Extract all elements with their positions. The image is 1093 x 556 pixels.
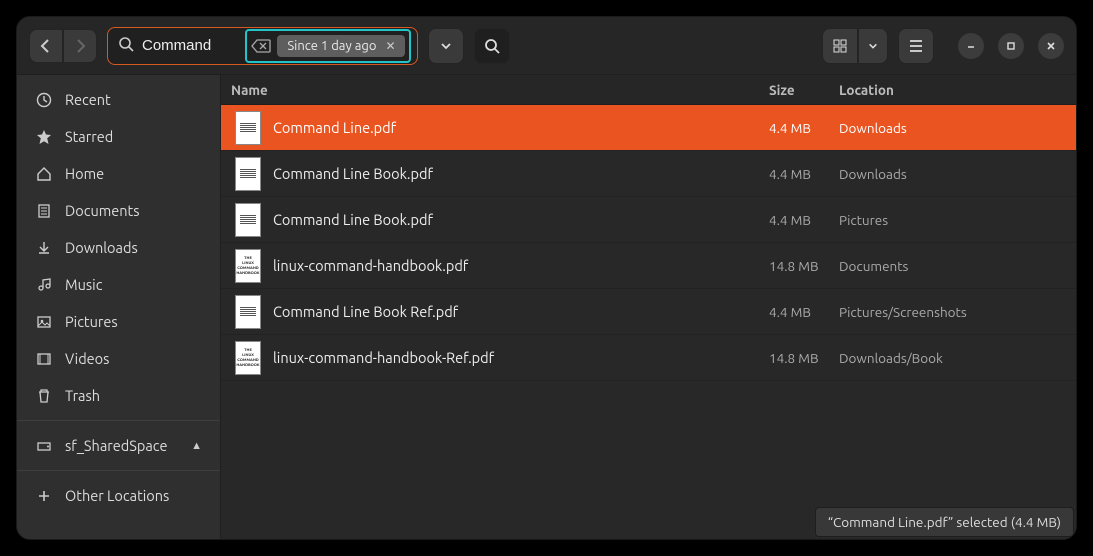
sidebar-item-mount[interactable]: sf_SharedSpace ▲ [17,427,220,464]
main-pane: Name Size Location Command Line.pdf 4.4 M… [221,75,1076,539]
window-controls [958,33,1064,59]
drive-icon [35,438,53,454]
trash-icon [35,388,53,404]
file-location: Downloads [839,120,1076,136]
sidebar-item-pictures[interactable]: Pictures [17,303,220,340]
sidebar-item-documents[interactable]: Documents [17,192,220,229]
file-row[interactable]: Command Line.pdf 4.4 MBDownloads [221,105,1076,151]
pdf-thumbnail-icon [235,157,261,191]
file-size: 4.4 MB [769,304,839,320]
hamburger-menu-button[interactable] [898,28,934,64]
maximize-button[interactable] [998,33,1024,59]
file-name: linux-command-handbook-Ref.pdf [273,349,494,366]
forward-button[interactable] [63,29,97,63]
filter-pill-date[interactable]: Since 1 day ago ✕ [277,35,404,57]
search-options-dropdown[interactable] [428,28,464,64]
sidebar-item-downloads[interactable]: Downloads [17,229,220,266]
file-name: Command Line Book.pdf [273,211,433,228]
sidebar-item-label: Music [65,276,102,293]
pdf-thumbnail-icon: THELINUXCOMMANDHANDBOOK [235,341,261,375]
star-icon [35,129,53,145]
clock-icon [35,92,53,108]
search-bar: Since 1 day ago ✕ [107,27,418,65]
documents-icon [35,203,53,219]
pdf-thumbnail-icon [235,295,261,329]
file-size: 14.8 MB [769,350,839,366]
file-manager-window: Since 1 day ago ✕ [16,16,1077,540]
search-toggle-button[interactable] [474,28,510,64]
body: Recent Starred Home Documents Downloads … [17,75,1076,539]
column-header-row: Name Size Location [221,75,1076,105]
filter-pill-close-icon[interactable]: ✕ [383,38,399,54]
search-input[interactable] [142,37,237,54]
pdf-thumbnail-icon [235,203,261,237]
sidebar-item-label: Pictures [65,313,118,330]
sidebar-item-label: Home [65,165,104,182]
file-size: 4.4 MB [769,212,839,228]
back-button[interactable] [29,29,63,63]
sidebar: Recent Starred Home Documents Downloads … [17,75,221,539]
sidebar-item-label: Recent [65,91,111,108]
sidebar-divider [17,420,220,421]
sidebar-item-music[interactable]: Music [17,266,220,303]
sidebar-item-label: Videos [65,350,109,367]
file-row[interactable]: Command Line Book.pdf 4.4 MBPictures [221,197,1076,243]
sidebar-item-label: Downloads [65,239,138,256]
sidebar-item-home[interactable]: Home [17,155,220,192]
plus-icon [35,489,53,503]
file-location: Downloads [839,166,1076,182]
backspace-icon[interactable] [251,39,271,53]
nav-group [29,29,97,63]
file-name: linux-command-handbook.pdf [273,257,468,274]
close-button[interactable] [1038,33,1064,59]
sidebar-item-videos[interactable]: Videos [17,340,220,377]
file-location: Pictures [839,212,1076,228]
file-location: Downloads/Book [839,350,1076,366]
search-icon [118,36,134,55]
filter-highlight-box: Since 1 day ago ✕ [245,29,410,63]
sidebar-item-trash[interactable]: Trash [17,377,220,414]
pictures-icon [35,314,53,330]
view-dropdown-button[interactable] [858,28,888,64]
eject-icon[interactable]: ▲ [191,440,202,452]
filter-pill-label: Since 1 day ago [287,39,376,53]
file-size: 14.8 MB [769,258,839,274]
file-row[interactable]: THELINUXCOMMANDHANDBOOK linux-command-han… [221,243,1076,289]
file-row[interactable]: THELINUXCOMMANDHANDBOOK linux-command-han… [221,335,1076,381]
file-location: Documents [839,258,1076,274]
sidebar-item-recent[interactable]: Recent [17,81,220,118]
grid-view-button[interactable] [822,28,858,64]
file-size: 4.4 MB [769,166,839,182]
file-name: Command Line Book Ref.pdf [273,303,458,320]
sidebar-item-other-locations[interactable]: Other Locations [17,477,220,514]
status-text: “Command Line.pdf” selected (4.4 MB) [828,514,1061,530]
status-bar: “Command Line.pdf” selected (4.4 MB) [815,507,1074,537]
headerbar: Since 1 day ago ✕ [17,17,1076,75]
pdf-thumbnail-icon: THELINUXCOMMANDHANDBOOK [235,249,261,283]
sidebar-item-label: Trash [65,387,100,404]
sidebar-item-label: Starred [65,128,113,145]
file-name: Command Line Book.pdf [273,165,433,182]
sidebar-divider [17,470,220,471]
sidebar-item-label: Other Locations [65,487,169,504]
view-mode-split [822,28,888,64]
column-header-size[interactable]: Size [769,82,839,98]
pdf-thumbnail-icon [235,111,261,145]
file-location: Pictures/Screenshots [839,304,1076,320]
minimize-button[interactable] [958,33,984,59]
sidebar-item-label: Documents [65,202,140,219]
file-list: Command Line.pdf4.4 MBDownloadsCommand L… [221,105,1076,381]
column-header-name[interactable]: Name [221,82,769,98]
file-row[interactable]: Command Line Book Ref.pdf 4.4 MBPictures/… [221,289,1076,335]
home-icon [35,166,53,182]
file-name: Command Line.pdf [273,119,396,136]
file-row[interactable]: Command Line Book.pdf 4.4 MBDownloads [221,151,1076,197]
sidebar-item-label: sf_SharedSpace [65,437,167,454]
sidebar-item-starred[interactable]: Starred [17,118,220,155]
videos-icon [35,351,53,367]
column-header-location[interactable]: Location [839,82,1076,98]
downloads-icon [35,240,53,256]
music-icon [35,277,53,293]
file-size: 4.4 MB [769,120,839,136]
